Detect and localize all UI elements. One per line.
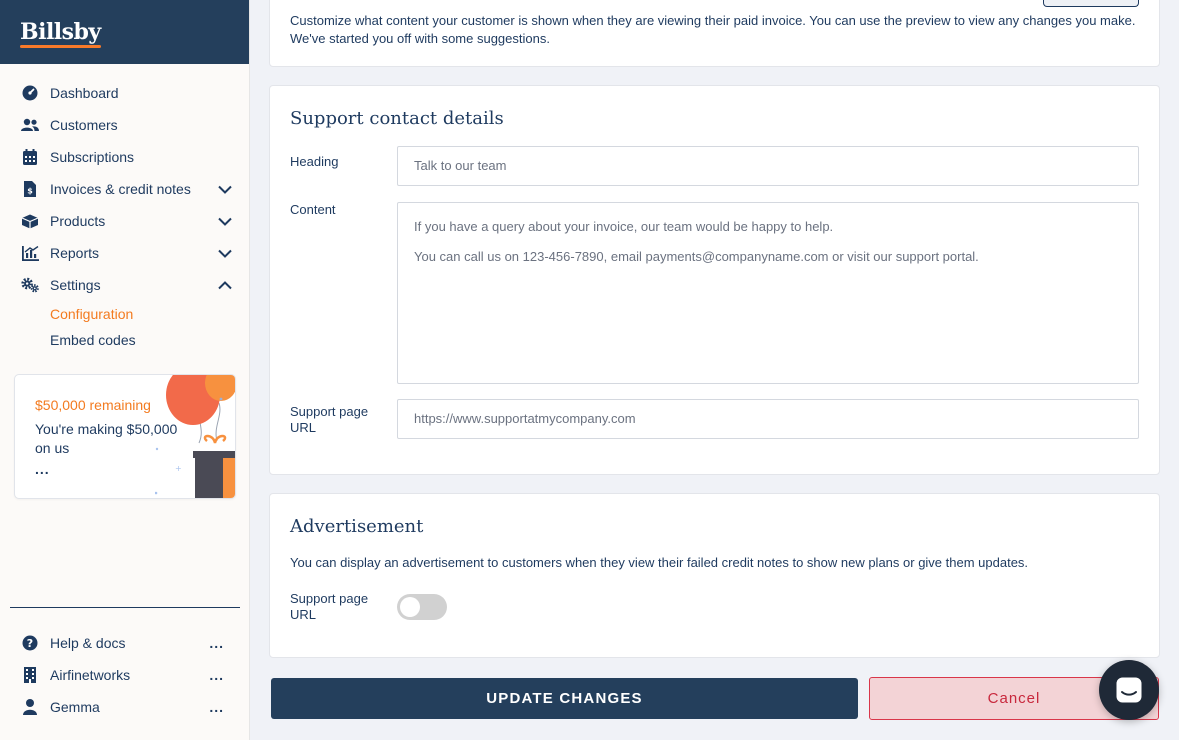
chevron-up-icon[interactable] — [216, 276, 234, 294]
nav-item-invoices[interactable]: $ Invoices & credit notes — [0, 173, 250, 205]
content-line2: You can call us on 123-456-7890, email p… — [414, 249, 979, 264]
heading-input[interactable]: Talk to our team — [397, 146, 1139, 186]
chevron-down-icon[interactable] — [216, 244, 234, 262]
support-title: Support contact details — [290, 108, 504, 129]
nav-item-airfinetworks[interactable]: Airfinetworks ... — [0, 659, 250, 691]
update-changes-button[interactable]: UPDATE CHANGES — [271, 678, 858, 719]
more-options-icon[interactable]: ... — [209, 635, 224, 651]
sidebar: Billsby Dashboard Customers Subscription… — [0, 0, 250, 740]
brand-header: Billsby — [0, 0, 249, 64]
content-line1: If you have a query about your invoice, … — [414, 219, 834, 234]
nav-item-dashboard[interactable]: Dashboard — [0, 77, 250, 109]
advertisement-toggle-label: Support page URL — [290, 591, 369, 622]
promo-card[interactable]: $50,000 remaining You're making $50,000 … — [14, 374, 236, 499]
nav-item-subscriptions[interactable]: Subscriptions — [0, 141, 250, 173]
sidebar-divider — [10, 607, 240, 608]
chat-launcher-button[interactable] — [1099, 660, 1159, 720]
calendar-icon — [21, 148, 39, 166]
gift-balloon-illustration: + — [155, 375, 235, 498]
brand-name: Billsby — [20, 19, 101, 45]
advertisement-toggle[interactable] — [397, 594, 447, 620]
chevron-down-icon[interactable] — [216, 180, 234, 198]
building-icon — [21, 666, 39, 684]
nav-item-products[interactable]: Products — [0, 205, 250, 237]
advertisement-title: Advertisement — [290, 516, 424, 537]
invoice-description: Customize what content your customer is … — [290, 12, 1150, 48]
toggle-knob — [400, 597, 420, 617]
gears-icon — [21, 276, 39, 294]
invoice-description-line1: Customize what content your customer is … — [290, 13, 1136, 28]
nav-label: Subscriptions — [50, 149, 135, 165]
heading-label: Heading — [290, 154, 339, 169]
nav-label: Airfinetworks — [50, 667, 131, 683]
content-label: Content — [290, 202, 336, 217]
nav-label: Products — [50, 213, 106, 229]
products-icon — [21, 212, 39, 230]
bottom-nav: ? Help & docs ... Airfinetworks ... Gemm… — [0, 627, 250, 723]
brand-logo[interactable]: Billsby — [20, 19, 101, 48]
svg-text:+: + — [175, 464, 182, 473]
nav-item-customers[interactable]: Customers — [0, 109, 250, 141]
nav-item-help-docs[interactable]: ? Help & docs ... — [0, 627, 250, 659]
advertisement-description: You can display an advertisement to cust… — [290, 555, 1029, 570]
more-options-icon[interactable]: ... — [209, 667, 224, 683]
invoice-content-card: Customize what content your customer is … — [269, 0, 1160, 67]
main-nav: Dashboard Customers Subscriptions $ Invo… — [0, 77, 250, 353]
user-icon — [21, 698, 39, 716]
brand-underline — [20, 45, 101, 48]
support-url-label: Support page URL — [290, 404, 369, 435]
invoice-icon: $ — [21, 180, 39, 198]
nav-label: Invoices & credit notes — [50, 181, 191, 197]
nav-label: Settings — [50, 277, 101, 293]
advertisement-card: Advertisement You can display an adverti… — [269, 493, 1160, 658]
sub-item-configuration[interactable]: Configuration — [0, 301, 250, 327]
chat-icon — [1116, 677, 1142, 703]
dashboard-icon — [21, 84, 39, 102]
promo-more[interactable]: ... — [35, 461, 50, 477]
nav-label: Gemma — [50, 699, 100, 715]
nav-label: Customers — [50, 117, 118, 133]
nav-label: Help & docs — [50, 635, 126, 651]
nav-item-gemma[interactable]: Gemma ... — [0, 691, 250, 723]
invoice-description-line2: We've started you off with some suggesti… — [290, 31, 550, 46]
support-url-input[interactable]: https://www.supportatmycompany.com — [397, 399, 1139, 439]
users-icon — [21, 116, 39, 134]
nav-label: Dashboard — [50, 85, 119, 101]
help-icon: ? — [21, 634, 39, 652]
nav-label: Reports — [50, 245, 100, 261]
chevron-down-icon[interactable] — [216, 212, 234, 230]
sub-item-embed-codes[interactable]: Embed codes — [0, 327, 250, 353]
support-contact-card: Support contact details Heading Talk to … — [269, 85, 1160, 475]
svg-text:$: $ — [27, 187, 33, 196]
promo-amount: $50,000 remaining — [35, 397, 151, 413]
nav-item-reports[interactable]: Reports — [0, 237, 250, 269]
preview-button[interactable] — [1043, 0, 1139, 7]
reports-icon — [21, 244, 39, 262]
content-textarea[interactable]: If you have a query about your invoice, … — [397, 202, 1139, 384]
svg-text:?: ? — [27, 637, 33, 650]
nav-item-settings[interactable]: Settings — [0, 269, 250, 301]
more-options-icon[interactable]: ... — [209, 699, 224, 715]
